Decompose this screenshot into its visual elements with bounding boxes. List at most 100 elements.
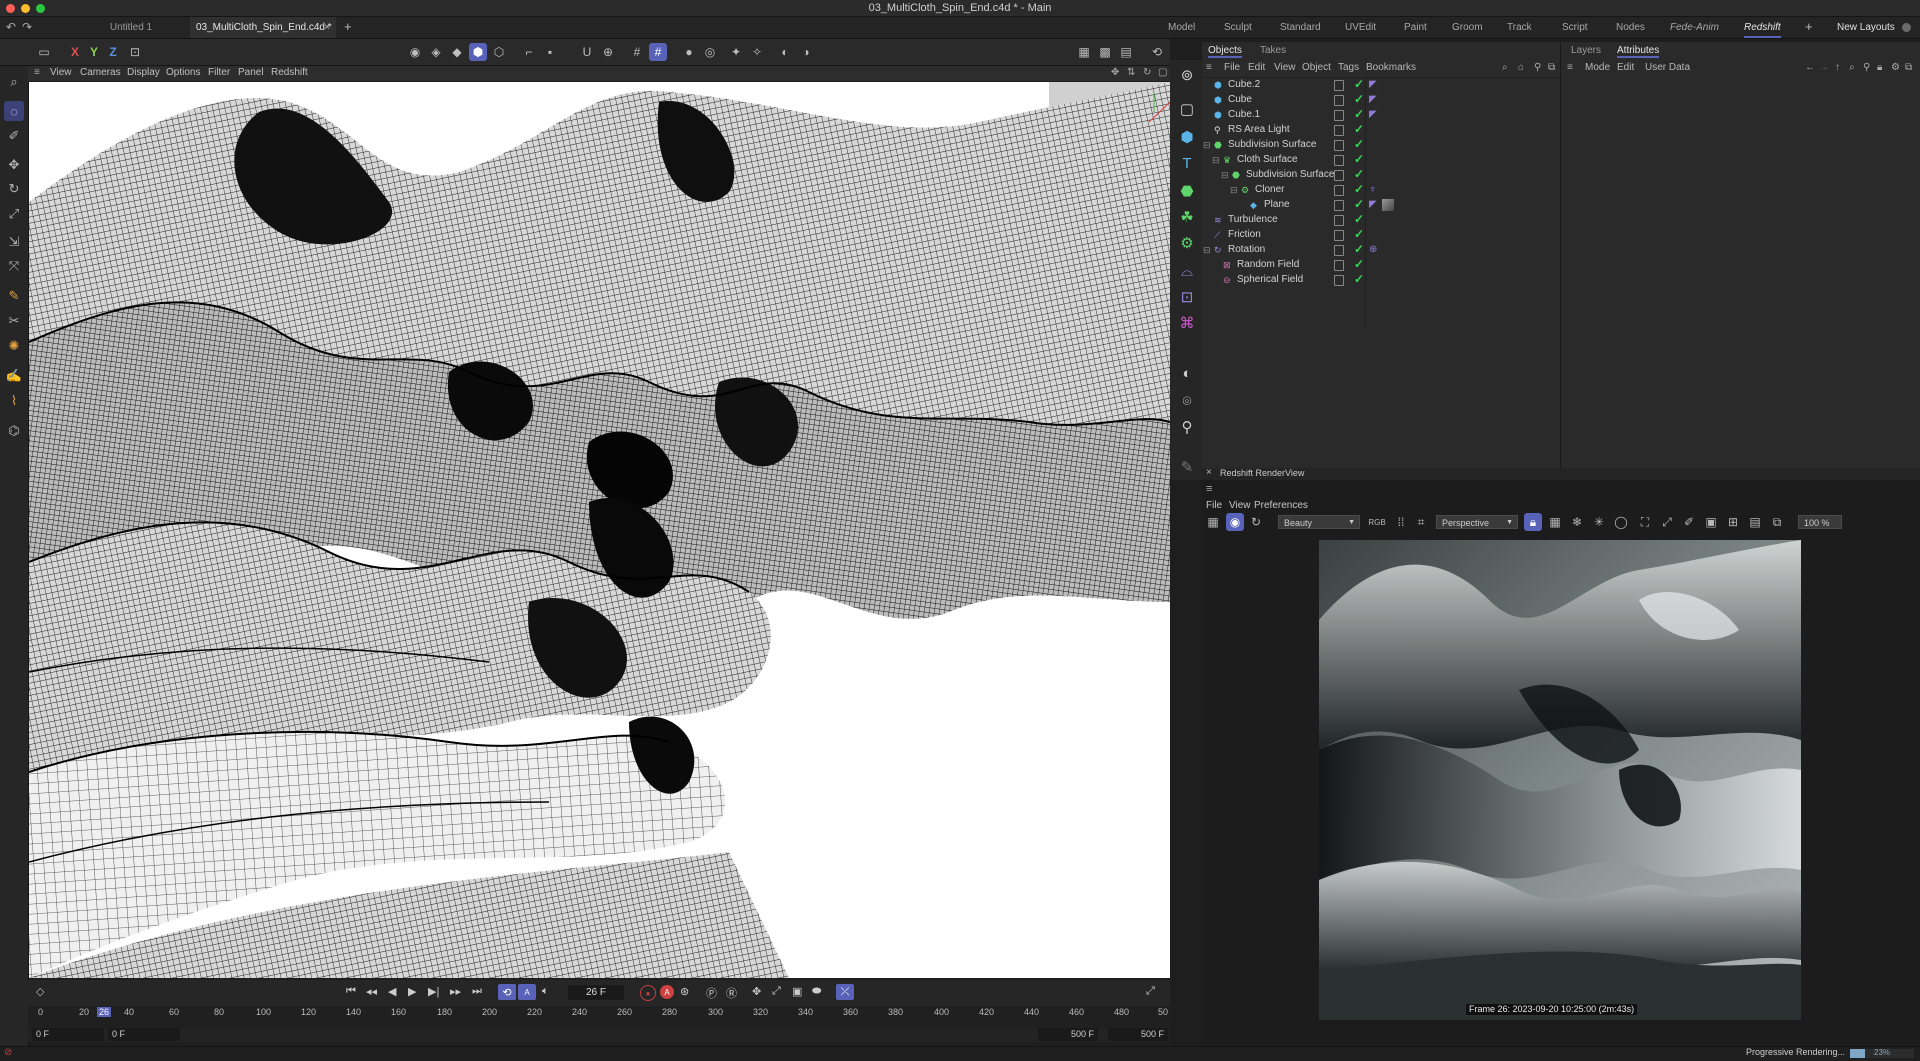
enabled-check-icon[interactable]: ✓ (1354, 92, 1364, 106)
generator-object-icon[interactable]: ⌘ (1176, 312, 1198, 334)
bulb-icon[interactable]: ✦ (727, 43, 745, 61)
model-mode-icon[interactable]: ⬢ (469, 43, 487, 61)
attr-menu-user-data[interactable]: User Data (1645, 62, 1690, 73)
render-region-icon[interactable]: ● (680, 43, 698, 61)
enabled-check-icon[interactable]: ✓ (1354, 167, 1364, 181)
mesh-tool-icon[interactable]: ⌬ (4, 421, 24, 441)
transform-tool-icon[interactable]: ⇲ (4, 232, 24, 252)
object-row-subdivision-surface-inner[interactable]: ⊟ ⬣ Subdivision Surface ✓ (1202, 167, 1560, 183)
text-object-icon[interactable]: T (1176, 152, 1198, 174)
playhead[interactable]: 26 (97, 1007, 112, 1017)
texture-mode-icon[interactable]: ⬡ (490, 43, 508, 61)
go-to-start-icon[interactable]: ⏮ (346, 985, 356, 998)
visibility-toggle[interactable] (1334, 245, 1344, 256)
viewport-menu-display[interactable]: Display (127, 67, 160, 78)
om-menu-view[interactable]: View (1274, 62, 1296, 73)
render-active-view-icon[interactable]: ▩ (1096, 43, 1114, 61)
redshift-ipr-icon[interactable]: ◐ (776, 43, 794, 61)
collapse-icon[interactable]: ⊟ (1212, 155, 1222, 165)
viewport-menu-icon[interactable]: ≡ (34, 67, 40, 78)
fit-view-icon[interactable]: ⛶ (1636, 513, 1654, 531)
om-menu-edit[interactable]: Edit (1248, 62, 1265, 73)
move-tool-icon[interactable]: ✥ (4, 155, 24, 175)
go-to-end-icon[interactable]: ⏭ (472, 985, 482, 998)
add-tab-icon[interactable]: + (344, 19, 352, 34)
visibility-toggle[interactable] (1334, 230, 1344, 241)
layout-script[interactable]: Script (1562, 17, 1588, 38)
material-swatch[interactable] (1382, 199, 1394, 211)
redshift-render-icon[interactable]: ◑ (797, 43, 815, 61)
brush-icon[interactable]: ✐ (1680, 513, 1698, 531)
snowflake-icon[interactable]: ❄ (1568, 513, 1586, 531)
undo-icon[interactable]: ↶ (6, 20, 16, 34)
deformer-object-icon[interactable]: ⌓ (1176, 260, 1198, 282)
close-tab-icon[interactable]: × (324, 17, 330, 38)
camera-object-icon[interactable]: ⌾ (1176, 390, 1198, 412)
enabled-check-icon[interactable]: ✓ (1354, 77, 1364, 91)
enabled-check-icon[interactable]: ✓ (1354, 242, 1364, 256)
visibility-toggle[interactable] (1334, 80, 1344, 91)
layout-standard[interactable]: Standard (1280, 17, 1321, 38)
cloner-object-icon[interactable]: ☘ (1176, 206, 1198, 228)
viewport-solo-icon[interactable]: ⊚ (1176, 64, 1198, 86)
visibility-toggle[interactable] (1334, 185, 1344, 196)
visibility-toggle[interactable] (1334, 200, 1344, 211)
render-settings-icon[interactable]: ▤ (1117, 43, 1135, 61)
attr-menu-icon[interactable]: ≡ (1567, 62, 1573, 73)
knife-tool-icon[interactable]: ✂ (4, 311, 24, 331)
rgb-channel-icon[interactable]: RGB (1368, 513, 1386, 531)
refresh-icon[interactable]: ↻ (1247, 513, 1265, 531)
field-object-icon[interactable]: ⊡ (1176, 286, 1198, 308)
viewport-menu-filter[interactable]: Filter (208, 67, 230, 78)
object-row-spherical-field[interactable]: ⊖ Spherical Field ✓ (1202, 272, 1560, 288)
object-row-cloner[interactable]: ⊟ ⚙ Cloner ✓ ♆ (1202, 182, 1560, 198)
rotate-tool-icon[interactable]: ↻ (4, 179, 24, 199)
collapse-icon[interactable]: ⊟ (1203, 245, 1213, 255)
rv-menu-file[interactable]: File (1206, 500, 1222, 511)
object-axis-icon[interactable]: ⤧ (4, 256, 24, 276)
forward-arrow-icon[interactable]: → (1819, 62, 1829, 73)
viewport-menu-panel[interactable]: Panel (238, 67, 264, 78)
object-row-cloth-surface[interactable]: ⊟ ♛ Cloth Surface ✓ (1202, 152, 1560, 168)
spline-pen-icon[interactable]: ✎ (4, 286, 24, 306)
object-row-cube[interactable]: ⬢ Cube ✓ ◤ (1202, 92, 1560, 108)
bucket-grid-icon[interactable]: ▦ (1546, 513, 1564, 531)
enabled-check-icon[interactable]: ✓ (1354, 152, 1364, 166)
crop-icon[interactable]: ⌗ (1412, 513, 1430, 531)
ipr-start-icon[interactable]: ◉ (1226, 513, 1244, 531)
prev-frame-icon[interactable]: ◀ (388, 985, 396, 998)
visibility-toggle[interactable] (1334, 110, 1344, 121)
rv-panel-menu-icon[interactable]: ≡ (1206, 483, 1212, 495)
layout-settings-icon[interactable] (1902, 23, 1911, 32)
param-key-icon[interactable]: ▣ (792, 985, 802, 998)
collapse-icon[interactable]: ⊟ (1203, 140, 1213, 150)
visibility-toggle[interactable] (1334, 125, 1344, 136)
layout-uvedit[interactable]: UVEdit (1345, 17, 1376, 38)
keyframe-diamond-icon[interactable]: ◇ (36, 985, 44, 998)
timeline-ruler[interactable]: 0 20 26 40 60 80 100 120 140 160 180 200… (28, 1006, 1170, 1028)
om-menu-object[interactable]: Object (1302, 62, 1331, 73)
layout-sculpt[interactable]: Sculpt (1224, 17, 1252, 38)
search-icon[interactable]: ⌕ (4, 72, 24, 92)
scale-tool-icon[interactable]: ⤢ (4, 204, 24, 224)
live-selection-icon[interactable]: ✐ (4, 126, 24, 146)
object-row-rotation[interactable]: ⊟ ↻ Rotation ✓ ⊕ (1202, 242, 1560, 258)
collapse-icon[interactable]: ⊟ (1230, 185, 1240, 195)
next-frame-icon[interactable]: ▶| (428, 985, 439, 998)
lock-camera-icon[interactable]: 🔒︎ (1524, 513, 1542, 531)
attr-filter-icon[interactable]: ⚲ (1863, 62, 1870, 73)
layout-fede-anim[interactable]: Fede-Anim (1670, 17, 1719, 38)
camera-dropdown[interactable]: Perspective ▼ (1436, 515, 1518, 529)
pla-key-icon[interactable]: ⬬ (812, 985, 821, 998)
om-menu-bookmarks[interactable]: Bookmarks (1366, 62, 1416, 73)
edges-mode-icon[interactable]: ◈ (427, 43, 445, 61)
back-arrow-icon[interactable]: ← (1805, 62, 1815, 73)
viewport-move-icon[interactable]: ✥ (1111, 67, 1119, 78)
layout-paint[interactable]: Paint (1404, 17, 1427, 38)
viewport-menu-redshift[interactable]: Redshift (271, 67, 308, 78)
copy-icon[interactable]: ⧉ (1768, 513, 1786, 531)
viewport-rotate-icon[interactable]: ↻ (1143, 67, 1151, 78)
close-panel-icon[interactable]: × (1206, 467, 1212, 478)
tab-attributes[interactable]: Attributes (1617, 45, 1660, 58)
viewport-menu-view[interactable]: View (50, 67, 72, 78)
